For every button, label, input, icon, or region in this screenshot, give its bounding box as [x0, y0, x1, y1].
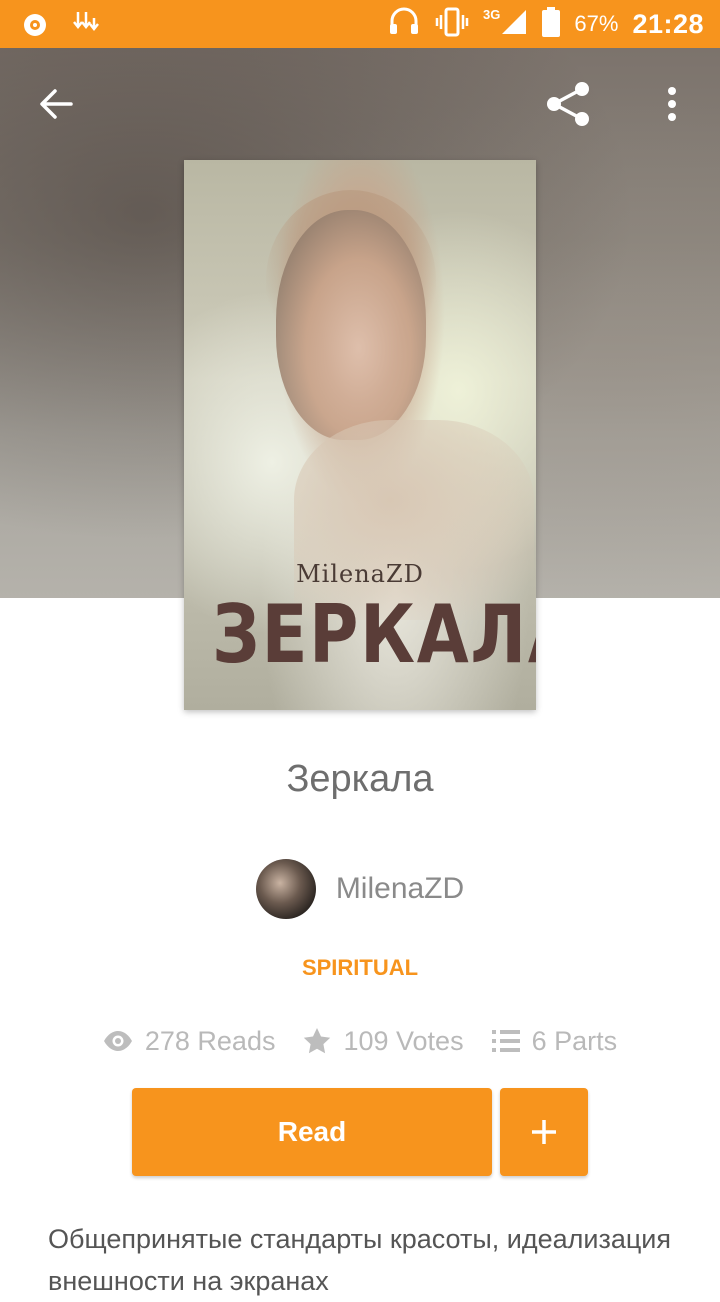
reads-count: 278 Reads	[144, 1025, 276, 1056]
votes-count: 109 Votes	[343, 1025, 464, 1056]
cover-author: MilenaZD	[296, 560, 424, 588]
parts-stat: 6 Parts	[491, 1025, 618, 1057]
status-bar: 3G 67% 21:28	[0, 0, 720, 48]
avatar[interactable]	[255, 859, 316, 919]
network-type: 3G	[483, 6, 501, 22]
votes-stat: 109 Votes	[303, 1025, 464, 1057]
signal-icon	[500, 8, 528, 41]
parts-count: 6 Parts	[531, 1025, 618, 1056]
clock: 21:28	[632, 8, 704, 39]
battery-icon	[542, 6, 561, 42]
share-icon	[547, 82, 589, 126]
more-vertical-icon	[668, 87, 676, 121]
category-tag[interactable]: SPIRITUAL	[0, 955, 720, 981]
list-icon	[491, 1030, 520, 1052]
more-options-button[interactable]	[644, 76, 700, 132]
read-button[interactable]: Read	[132, 1088, 492, 1176]
vibrate-icon	[435, 6, 469, 43]
story-title: Зеркала	[286, 758, 434, 800]
cover-title: ЗЕРКАЛА	[212, 588, 536, 681]
share-button[interactable]	[540, 76, 596, 132]
cover-art-face	[276, 210, 426, 440]
story-stats: 278 Reads 109 Votes 6 Parts	[0, 1018, 720, 1064]
add-to-library-button[interactable]	[500, 1088, 588, 1176]
download-icon	[70, 10, 104, 45]
eye-icon	[103, 1031, 132, 1051]
app-notification-icon	[22, 12, 48, 43]
star-icon	[304, 1028, 331, 1054]
arrow-left-icon	[40, 89, 73, 119]
plus-icon	[532, 1120, 556, 1144]
headset-icon	[387, 6, 421, 43]
reads-stat: 278 Reads	[103, 1025, 276, 1057]
author-row[interactable]: MilenaZD	[0, 858, 720, 920]
battery-percent: 67%	[574, 11, 619, 36]
author-name[interactable]: MilenaZD	[336, 872, 464, 906]
story-description: Общепринятые стандарты красоты, идеализа…	[48, 1224, 672, 1296]
book-cover[interactable]: MilenaZD ЗЕРКАЛА	[184, 160, 536, 710]
back-button[interactable]	[28, 76, 84, 132]
